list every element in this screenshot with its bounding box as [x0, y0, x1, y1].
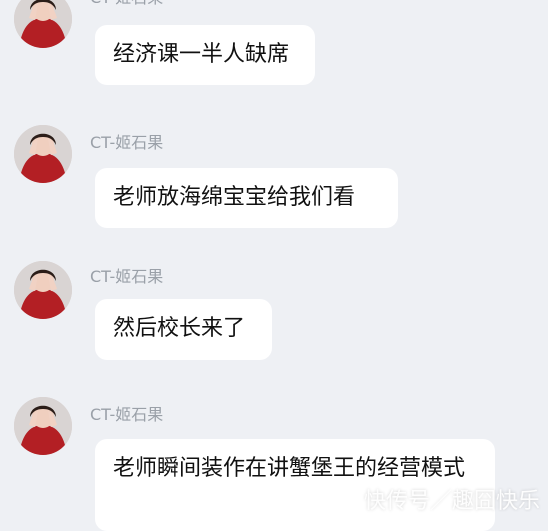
watermark: 快传号／趣囧快乐 [363, 489, 540, 514]
avatar[interactable] [14, 397, 72, 455]
sender-name: CT-姬石果 [90, 133, 164, 152]
message-text: 经济课一半人缺席 [113, 42, 290, 67]
message-bubble[interactable]: 老师放海绵宝宝给我们看 [95, 168, 398, 228]
sender-name: CT-姬石果 [90, 267, 164, 286]
message-text: 老师瞬间装作在讲蟹堡王的经营模式 [113, 456, 466, 481]
person-avatar-icon [14, 0, 72, 48]
person-avatar-icon [14, 397, 72, 455]
person-avatar-icon [14, 125, 72, 183]
avatar[interactable] [14, 0, 72, 48]
chat-window: CT-姬石果 经济课一半人缺席 CT-姬石果 老师放海绵宝宝给我们看 [0, 0, 548, 531]
person-avatar-icon [14, 261, 72, 319]
message-text: 老师放海绵宝宝给我们看 [113, 185, 356, 210]
message-text: 然后校长来了 [113, 316, 246, 341]
message-bubble[interactable]: 经济课一半人缺席 [95, 25, 315, 85]
avatar[interactable] [14, 125, 72, 183]
sender-name: CT-姬石果 [90, 0, 163, 8]
avatar[interactable] [14, 261, 72, 319]
message-bubble[interactable]: 然后校长来了 [95, 299, 272, 360]
sender-name: CT-姬石果 [90, 405, 164, 424]
